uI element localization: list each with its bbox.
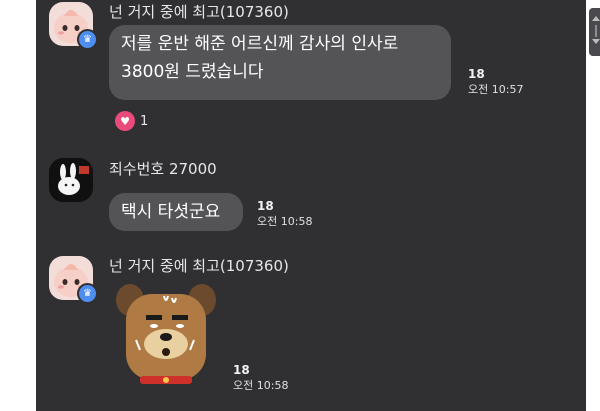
- sender-name: 넌 거지 중에 최고(107360): [109, 3, 289, 21]
- sender-name: 죄수번호 27000: [109, 160, 217, 178]
- sender-name: 넌 거지 중에 최고(107360): [109, 257, 289, 275]
- message-bubble[interactable]: 택시 타셧군요: [109, 193, 243, 231]
- unread-count: 18: [468, 67, 485, 81]
- message-time: 오전 10:58: [233, 379, 289, 392]
- heart-icon: ♥: [115, 111, 135, 131]
- chat-room: ♛ 넌 거지 중에 최고(107360) 저를 운반 해준 어르신께 감사의 인…: [36, 0, 600, 411]
- message-line: 3800원 드렸습니다: [121, 62, 264, 82]
- scroll-thumb[interactable]: [595, 25, 597, 37]
- message-time: 오전 10:57: [468, 83, 524, 96]
- crown-icon: ♛: [77, 29, 98, 50]
- message-meta: 18 오전 10:57: [468, 67, 523, 97]
- rabbit-avatar-icon[interactable]: [49, 158, 93, 202]
- frodo-dog-sweating-emoticon[interactable]: [116, 280, 216, 392]
- scroll-down-icon[interactable]: [592, 39, 600, 44]
- message-line: 택시 타셧군요: [121, 202, 221, 222]
- crown-icon: ♛: [77, 283, 98, 304]
- scroll-up-icon[interactable]: [592, 16, 600, 21]
- message-time: 오전 10:58: [257, 215, 313, 228]
- scrollbar[interactable]: [589, 8, 600, 56]
- unread-count: 18: [257, 199, 274, 213]
- message-bubble[interactable]: 저를 운반 해준 어르신께 감사의 인사로 3800원 드렸습니다: [109, 25, 451, 100]
- unread-count: 18: [233, 363, 250, 377]
- message-line: 저를 운반 해준 어르신께 감사의 인사로: [121, 34, 399, 54]
- reaction-badge[interactable]: ♥ 1: [115, 110, 148, 132]
- message-meta: 18 오전 10:58: [257, 199, 312, 229]
- reaction-count: 1: [140, 113, 149, 129]
- message-meta: 18 오전 10:58: [233, 363, 288, 393]
